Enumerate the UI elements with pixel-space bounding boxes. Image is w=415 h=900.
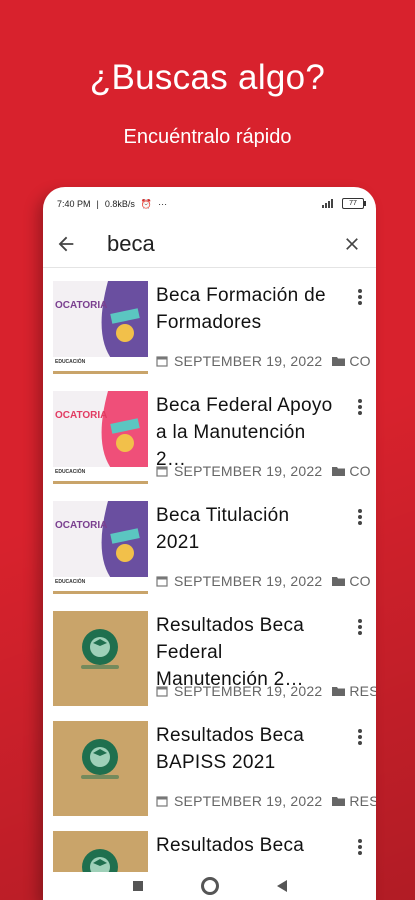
back-arrow-icon[interactable] bbox=[55, 233, 77, 255]
result-meta: SEPTEMBER 19, 2022 RES bbox=[156, 683, 376, 699]
result-title: Beca Federal Apoyo a la Manutención 2… bbox=[156, 395, 333, 470]
folder-icon bbox=[332, 357, 346, 366]
promo-subline: Encuéntralo rápido bbox=[123, 126, 292, 148]
result-item[interactable]: Resultados Beca BAPISS 2021 SEPTEMBER 19… bbox=[43, 707, 376, 817]
result-thumbnail: OCATORIA EDUCACIÓN bbox=[53, 501, 148, 596]
result-category: CO bbox=[349, 573, 371, 589]
system-navbar bbox=[43, 872, 376, 900]
calendar-icon bbox=[156, 356, 168, 367]
promo-headline: ¿Buscas algo? bbox=[89, 58, 326, 97]
result-title: Beca Formación de Formadores bbox=[156, 285, 326, 333]
folder-icon bbox=[332, 577, 346, 586]
signal-icon bbox=[322, 199, 336, 208]
poster-title: OCATORIA bbox=[55, 410, 108, 421]
more-options-icon[interactable] bbox=[355, 727, 365, 747]
result-meta: SEPTEMBER 19, 2022 CO bbox=[156, 463, 376, 479]
result-title: Resultados Beca BAPISS 2021 bbox=[156, 725, 305, 773]
more-options-icon[interactable] bbox=[355, 617, 365, 637]
search-input[interactable]: beca bbox=[107, 231, 155, 257]
result-meta: SEPTEMBER 19, 2022 CO bbox=[156, 353, 376, 369]
result-thumbnail: OCATORIA EDUCACIÓN bbox=[53, 391, 148, 486]
more-options-icon[interactable] bbox=[355, 287, 365, 307]
result-date: SEPTEMBER 19, 2022 bbox=[174, 353, 323, 369]
result-title: Resultados Beca bbox=[156, 835, 305, 856]
result-meta: SEPTEMBER 19, 2022 CO bbox=[156, 573, 376, 589]
phone-frame: 7:40 PM | 0.8kB/s ⏰ ··· 77 beca OCATORIA… bbox=[43, 187, 376, 900]
recents-icon[interactable] bbox=[132, 881, 143, 891]
more-options-icon[interactable] bbox=[355, 837, 365, 857]
result-category: RES bbox=[349, 793, 376, 809]
home-icon[interactable] bbox=[200, 877, 219, 895]
result-category: CO bbox=[349, 463, 371, 479]
status-bar: 7:40 PM | 0.8kB/s ⏰ ··· 77 bbox=[43, 187, 376, 221]
poster-footer: EDUCACIÓN bbox=[55, 469, 86, 475]
alarm-icon: ⏰ bbox=[140, 198, 153, 209]
result-item[interactable]: OCATORIA EDUCACIÓN Beca Federal Apoyo a … bbox=[43, 377, 376, 487]
result-category: CO bbox=[349, 353, 371, 369]
result-date: SEPTEMBER 19, 2022 bbox=[174, 683, 323, 699]
calendar-icon bbox=[156, 686, 168, 697]
system-back-icon[interactable] bbox=[276, 880, 287, 892]
result-date: SEPTEMBER 19, 2022 bbox=[174, 793, 323, 809]
poster-title: OCATORIA bbox=[55, 300, 108, 311]
status-speed: 0.8kB/s bbox=[104, 199, 135, 209]
battery-icon: 77 bbox=[342, 198, 366, 209]
clear-icon[interactable] bbox=[342, 234, 362, 254]
result-item[interactable]: OCATORIA EDUCACIÓN Beca Formación de For… bbox=[43, 267, 376, 377]
poster-title: OCATORIA bbox=[55, 520, 108, 531]
status-divider: | bbox=[96, 199, 99, 209]
more-options-icon[interactable] bbox=[355, 507, 365, 527]
result-item[interactable]: Resultados Beca Federal Manutención 2… S… bbox=[43, 597, 376, 707]
calendar-icon bbox=[156, 796, 168, 807]
folder-icon bbox=[332, 687, 346, 696]
result-thumbnail bbox=[53, 611, 148, 706]
result-thumbnail bbox=[53, 721, 148, 816]
result-title: Resultados Beca Federal Manutención 2… bbox=[156, 615, 305, 690]
result-thumbnail: OCATORIA EDUCACIÓN bbox=[53, 281, 148, 376]
more-options-icon[interactable] bbox=[355, 397, 365, 417]
results-list: OCATORIA EDUCACIÓN Beca Formación de For… bbox=[43, 267, 376, 900]
result-item[interactable]: OCATORIA EDUCACIÓN Beca Titulación 2021 … bbox=[43, 487, 376, 597]
more-notifications-icon: ··· bbox=[158, 199, 168, 209]
folder-icon bbox=[332, 467, 346, 476]
folder-icon bbox=[332, 797, 346, 806]
calendar-icon bbox=[156, 466, 168, 477]
poster-footer: EDUCACIÓN bbox=[55, 579, 86, 585]
calendar-icon bbox=[156, 576, 168, 587]
search-bar: beca bbox=[43, 221, 376, 268]
status-time: 7:40 PM bbox=[57, 199, 91, 209]
result-meta: SEPTEMBER 19, 2022 RES bbox=[156, 793, 376, 809]
result-category: RES bbox=[349, 683, 376, 699]
result-date: SEPTEMBER 19, 2022 bbox=[174, 573, 323, 589]
poster-footer: EDUCACIÓN bbox=[55, 359, 86, 365]
result-title: Beca Titulación 2021 bbox=[156, 505, 290, 553]
result-date: SEPTEMBER 19, 2022 bbox=[174, 463, 323, 479]
